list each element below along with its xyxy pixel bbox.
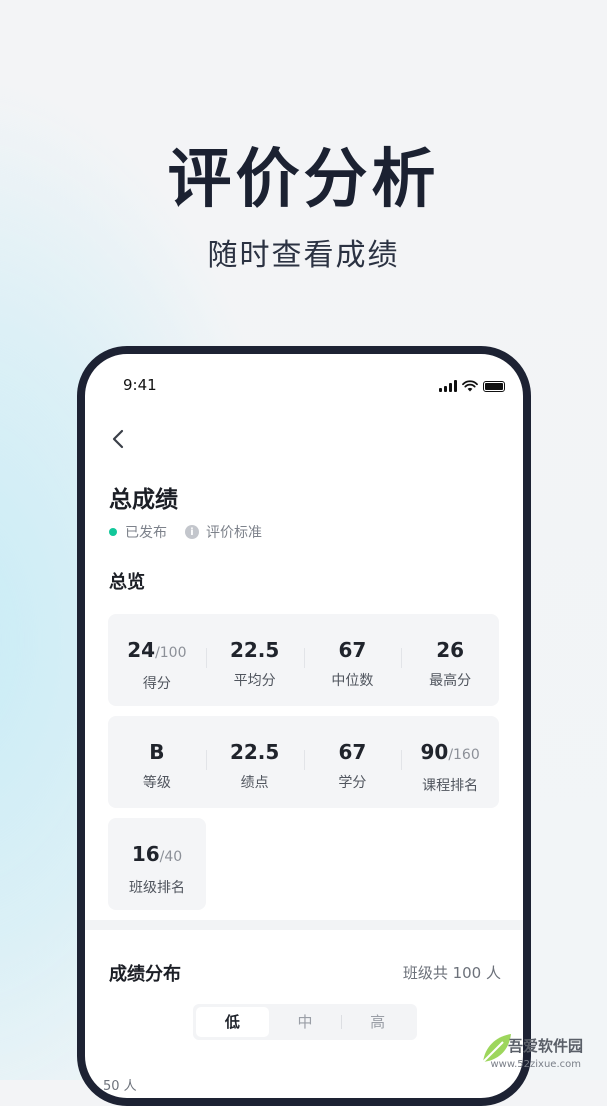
stat-denominator: /40 [159,849,183,865]
stat-denominator: /160 [448,747,480,763]
tab-medium[interactable]: 中 [269,1007,342,1037]
stat-highest: 26 最高分 [401,614,499,706]
stat-label: 等级 [142,775,171,791]
stat-label: 中位数 [331,673,374,689]
hero-subtitle: 随时查看成绩 [207,238,400,273]
info-icon[interactable]: i [185,525,199,539]
class-count: 班级共 100 人 [402,964,501,982]
tab-high[interactable]: 高 [341,1007,414,1037]
status-icons [439,378,505,392]
watermark: 吾爱软件园 www.52zixue.com [477,1016,597,1076]
app-screen: 9:41 总成绩 已发布 i 评价标准 总览 24/100 得分 22.5 平均… [85,354,523,1098]
watermark-text: 吾爱软件园 [507,1037,583,1055]
stat-value: 67 [338,740,367,764]
battery-icon [483,381,505,392]
stat-course-rank: 90/160 课程排名 [401,716,499,808]
page-title: 总成绩 [109,487,178,513]
overview-title: 总览 [109,572,145,593]
score-level-tabs: 低 中 高 [193,1004,417,1040]
published-status-text: 已发布 [125,525,167,541]
stat-average: 22.5 平均分 [205,614,304,706]
cellular-signal-icon [439,380,457,392]
stat-label: 最高分 [429,673,472,689]
published-status-dot [109,528,117,536]
stat-value: 24 [127,638,156,662]
status-time: 9:41 [123,376,157,394]
stat-value: 26 [436,638,465,662]
stat-credits: 67 学分 [303,716,402,808]
stat-label: 平均分 [233,673,276,689]
stat-grade: B 等级 [108,716,206,808]
status-meta: 已发布 i 评价标准 [109,522,262,542]
section-divider [85,920,523,930]
stat-label: 得分 [142,676,171,692]
stat-value: 16 [131,842,160,866]
stat-denominator: /100 [155,645,187,661]
distribution-title: 成绩分布 [109,964,181,985]
stat-value: 67 [338,638,367,662]
stat-label: 课程排名 [422,778,479,794]
chart-y-axis-label: 50 人 [103,1079,137,1094]
stat-label: 班级排名 [129,880,185,896]
stat-gpa: 22.5 绩点 [205,716,304,808]
stat-class-rank: 16/40 班级排名 [108,818,206,910]
overview-card-grades: B 等级 22.5 绩点 67 学分 90/160 课程排名 [108,716,499,808]
overview-card-scores: 24/100 得分 22.5 平均分 67 中位数 26 最高分 [108,614,499,706]
stat-value: 90 [420,740,449,764]
hero-title: 评价分析 [167,143,440,217]
stat-value: 22.5 [229,740,280,764]
stat-value: B [149,740,165,764]
stat-label: 学分 [338,775,367,791]
watermark-url: www.52zixue.com [490,1059,582,1070]
overview-card-class-rank: 16/40 班级排名 [108,818,206,910]
chevron-left-icon[interactable] [107,424,131,454]
criteria-link[interactable]: 评价标准 [206,522,262,542]
tab-low[interactable]: 低 [196,1007,269,1037]
stat-value: 22.5 [229,638,280,662]
stat-median: 67 中位数 [303,614,402,706]
phone-frame: 9:41 总成绩 已发布 i 评价标准 总览 24/100 得分 22.5 平均… [77,346,531,1106]
wifi-icon [462,380,478,392]
stat-label: 绩点 [240,775,269,791]
stat-score: 24/100 得分 [108,614,206,706]
